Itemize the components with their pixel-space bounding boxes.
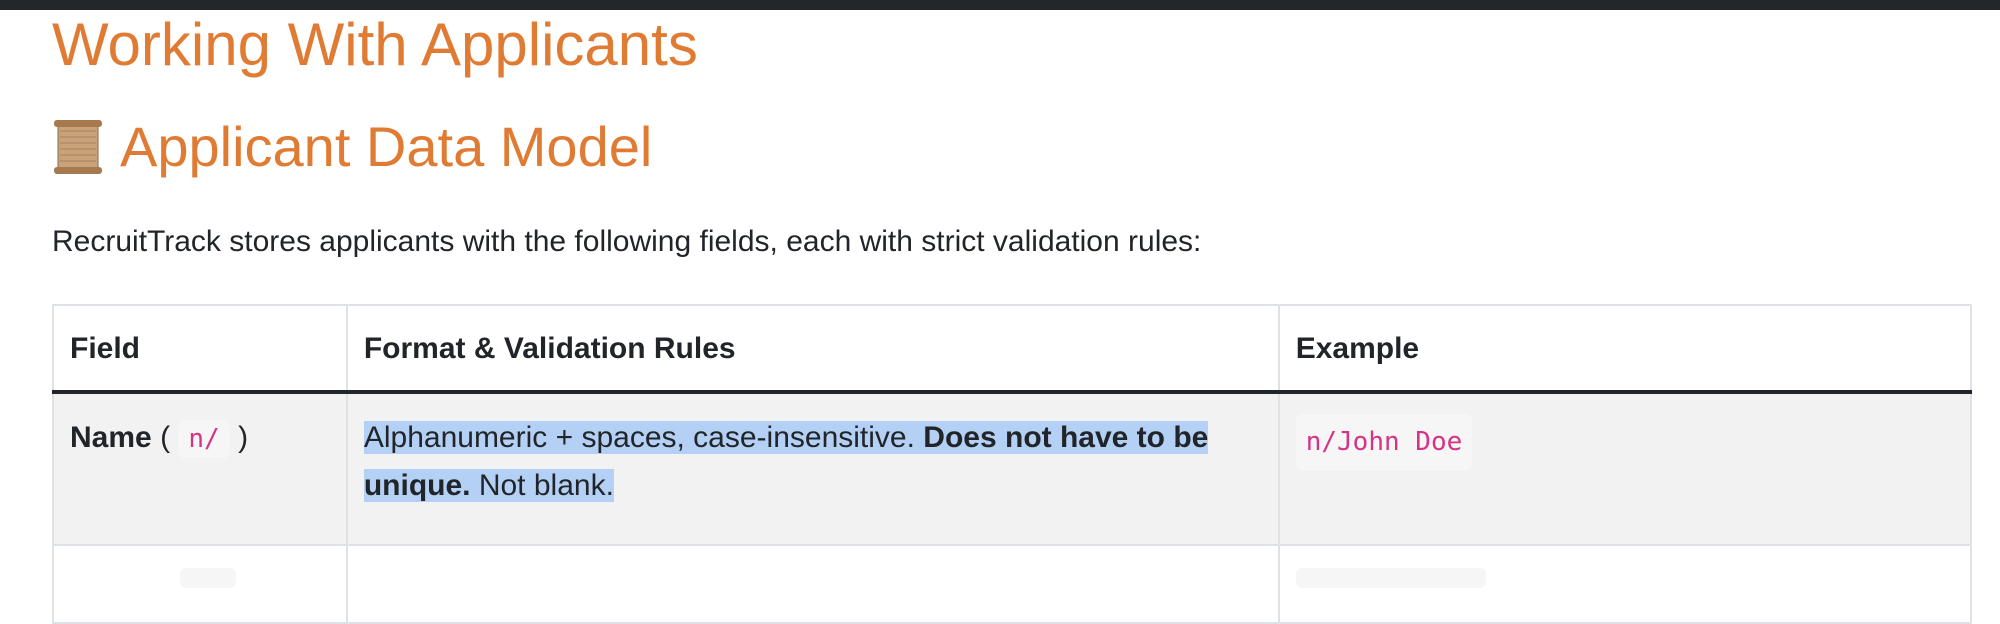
section-title: Applicant Data Model — [120, 115, 653, 178]
field-open-paren: ( — [160, 421, 171, 454]
fields-table: Field Format & Validation Rules Example … — [52, 304, 1973, 624]
rules-cell — [345, 544, 1280, 624]
field-cell: Name ( n/ ) — [52, 391, 348, 546]
header-example: Example — [1277, 304, 1973, 394]
header-field: Field — [52, 304, 348, 394]
scroll-icon — [52, 119, 104, 175]
table-header-row: Field Format & Validation Rules Example — [52, 304, 1973, 394]
header-rules: Format & Validation Rules — [345, 304, 1280, 394]
top-bar — [0, 0, 2000, 10]
rule-plain-text-end: Not blank. — [470, 469, 614, 502]
selected-rule-text[interactable]: Alphanumeric + spaces, case-insensitive.… — [363, 421, 1209, 502]
section-heading: Applicant Data Model — [52, 112, 652, 182]
example-cell — [1277, 544, 1973, 624]
cut-off-code — [180, 568, 236, 588]
example-code: n/John Doe — [1295, 414, 1473, 470]
field-label: Name — [70, 421, 152, 454]
example-cell: n/John Doe — [1277, 391, 1973, 546]
field-close-paren: ) — [238, 421, 249, 454]
rule-plain-text: Alphanumeric + spaces, case-insensitive. — [363, 421, 924, 454]
page-title: Working With Applicants — [52, 11, 698, 78]
cut-off-code — [1295, 568, 1486, 588]
rules-cell: Alphanumeric + spaces, case-insensitive.… — [345, 391, 1280, 546]
field-cell — [52, 544, 348, 624]
table-row: Name ( n/ ) Alphanumeric + spaces, case-… — [52, 391, 1973, 546]
table-row — [52, 544, 1973, 624]
intro-text: RecruitTrack stores applicants with the … — [52, 225, 1202, 258]
field-prefix-code: n/ — [178, 420, 230, 458]
